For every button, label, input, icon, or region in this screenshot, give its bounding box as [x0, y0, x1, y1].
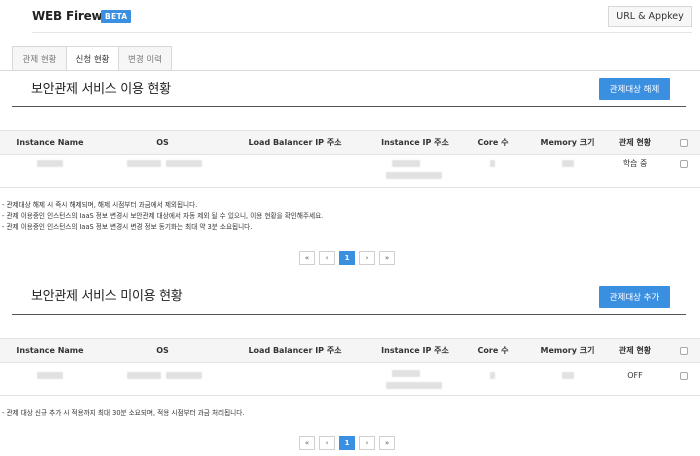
next-page-button[interactable]: › [359, 436, 375, 450]
first-page-button[interactable]: « [299, 436, 315, 450]
status-text: OFF [627, 370, 643, 380]
pagination-not-in-use: « ‹ 1 › » [299, 436, 395, 450]
col-instance-ip: Instance IP 주소 [381, 138, 449, 147]
prev-page-button[interactable]: ‹ [319, 436, 335, 450]
redacted-instance-ip [392, 370, 420, 377]
redacted-os-version [166, 372, 202, 379]
select-all-checkbox[interactable] [680, 139, 688, 147]
col-instance-ip: Instance IP 주소 [381, 346, 449, 355]
col-instance-name: Instance Name [16, 346, 84, 355]
tab-divider [0, 70, 700, 71]
redacted-os [127, 160, 161, 167]
redacted-instance-ip-2 [386, 172, 442, 179]
notes-not-in-use: - 관제 대상 신규 추가 시 적용까지 최대 30분 소요되며, 적용 시점부… [2, 408, 244, 419]
col-core: Core 수 [477, 138, 509, 147]
note-line: - 관제 이용중인 인스턴스의 IaaS 정보 변경시 보안관제 대상에서 자동… [2, 212, 324, 220]
page-1-button[interactable]: 1 [339, 436, 355, 450]
release-target-button[interactable]: 관제대상 해제 [599, 78, 670, 100]
redacted-os [127, 372, 161, 379]
col-instance-name: Instance Name [16, 138, 84, 147]
table-row: OFF [0, 363, 700, 396]
notes-in-use: - 관제대상 해제 시 즉시 해제되며, 해제 시점부터 과금에서 제외됩니다.… [2, 200, 323, 233]
redacted-instance-ip-2 [386, 382, 442, 389]
url-appkey-button[interactable]: URL & Appkey [608, 6, 692, 27]
beta-badge: BETA [101, 10, 132, 23]
row-checkbox[interactable] [680, 372, 688, 380]
status-text: 학습 중 [622, 158, 648, 168]
header-divider [32, 32, 692, 33]
section-title-not-in-use: 보안관제 서비스 미이용 현황 [31, 289, 183, 304]
tab-change-history[interactable]: 변경 이력 [118, 46, 172, 71]
table-header: Instance Name OS Load Balancer IP 주소 Ins… [0, 338, 700, 363]
note-line: - 관제대상 해제 시 즉시 해제되며, 해제 시점부터 과금에서 제외됩니다. [2, 201, 198, 209]
col-os: OS [156, 346, 169, 355]
in-use-table: Instance Name OS Load Balancer IP 주소 Ins… [0, 130, 700, 188]
last-page-button[interactable]: » [379, 251, 395, 265]
first-page-button[interactable]: « [299, 251, 315, 265]
tab-monitoring-status[interactable]: 관제 현황 [12, 46, 66, 71]
col-status: 관제 현황 [618, 138, 652, 147]
last-page-button[interactable]: » [379, 436, 395, 450]
col-os: OS [156, 138, 169, 147]
page-header: WEB Firewall BETA URL & Appkey [0, 0, 700, 34]
tab-application-status[interactable]: 신청 현황 [66, 46, 118, 71]
row-checkbox[interactable] [680, 160, 688, 168]
tab-bar: 관제 현황 신청 현황 변경 이력 [12, 46, 172, 71]
col-status: 관제 현황 [618, 346, 652, 355]
section-underline [12, 314, 686, 315]
redacted-instance-name [37, 160, 63, 167]
section-underline [12, 106, 686, 107]
col-core: Core 수 [477, 346, 509, 355]
add-target-button[interactable]: 관제대상 추가 [599, 286, 670, 308]
table-header: Instance Name OS Load Balancer IP 주소 Ins… [0, 130, 700, 155]
not-in-use-table: Instance Name OS Load Balancer IP 주소 Ins… [0, 338, 700, 396]
page-1-button[interactable]: 1 [339, 251, 355, 265]
section-title-in-use: 보안관제 서비스 이용 현황 [31, 82, 171, 97]
note-line: - 관제 대상 신규 추가 시 적용까지 최대 30분 소요되며, 적용 시점부… [2, 409, 245, 417]
redacted-memory [562, 372, 574, 379]
select-all-checkbox[interactable] [680, 347, 688, 355]
redacted-memory [562, 160, 574, 167]
table-row: 학습 중 [0, 155, 700, 188]
prev-page-button[interactable]: ‹ [319, 251, 335, 265]
col-lb-ip: Load Balancer IP 주소 [248, 138, 342, 147]
redacted-os-version [166, 160, 202, 167]
col-memory: Memory 크기 [540, 346, 595, 355]
note-line: - 관제 이용중인 인스턴스의 IaaS 정보 변경시 변경 정보 동기화는 최… [2, 223, 253, 231]
next-page-button[interactable]: › [359, 251, 375, 265]
pagination-in-use: « ‹ 1 › » [299, 251, 395, 265]
redacted-instance-name [37, 372, 63, 379]
redacted-core [490, 372, 495, 379]
redacted-instance-ip [392, 160, 420, 167]
col-memory: Memory 크기 [540, 138, 595, 147]
col-lb-ip: Load Balancer IP 주소 [248, 346, 342, 355]
redacted-core [490, 160, 495, 167]
